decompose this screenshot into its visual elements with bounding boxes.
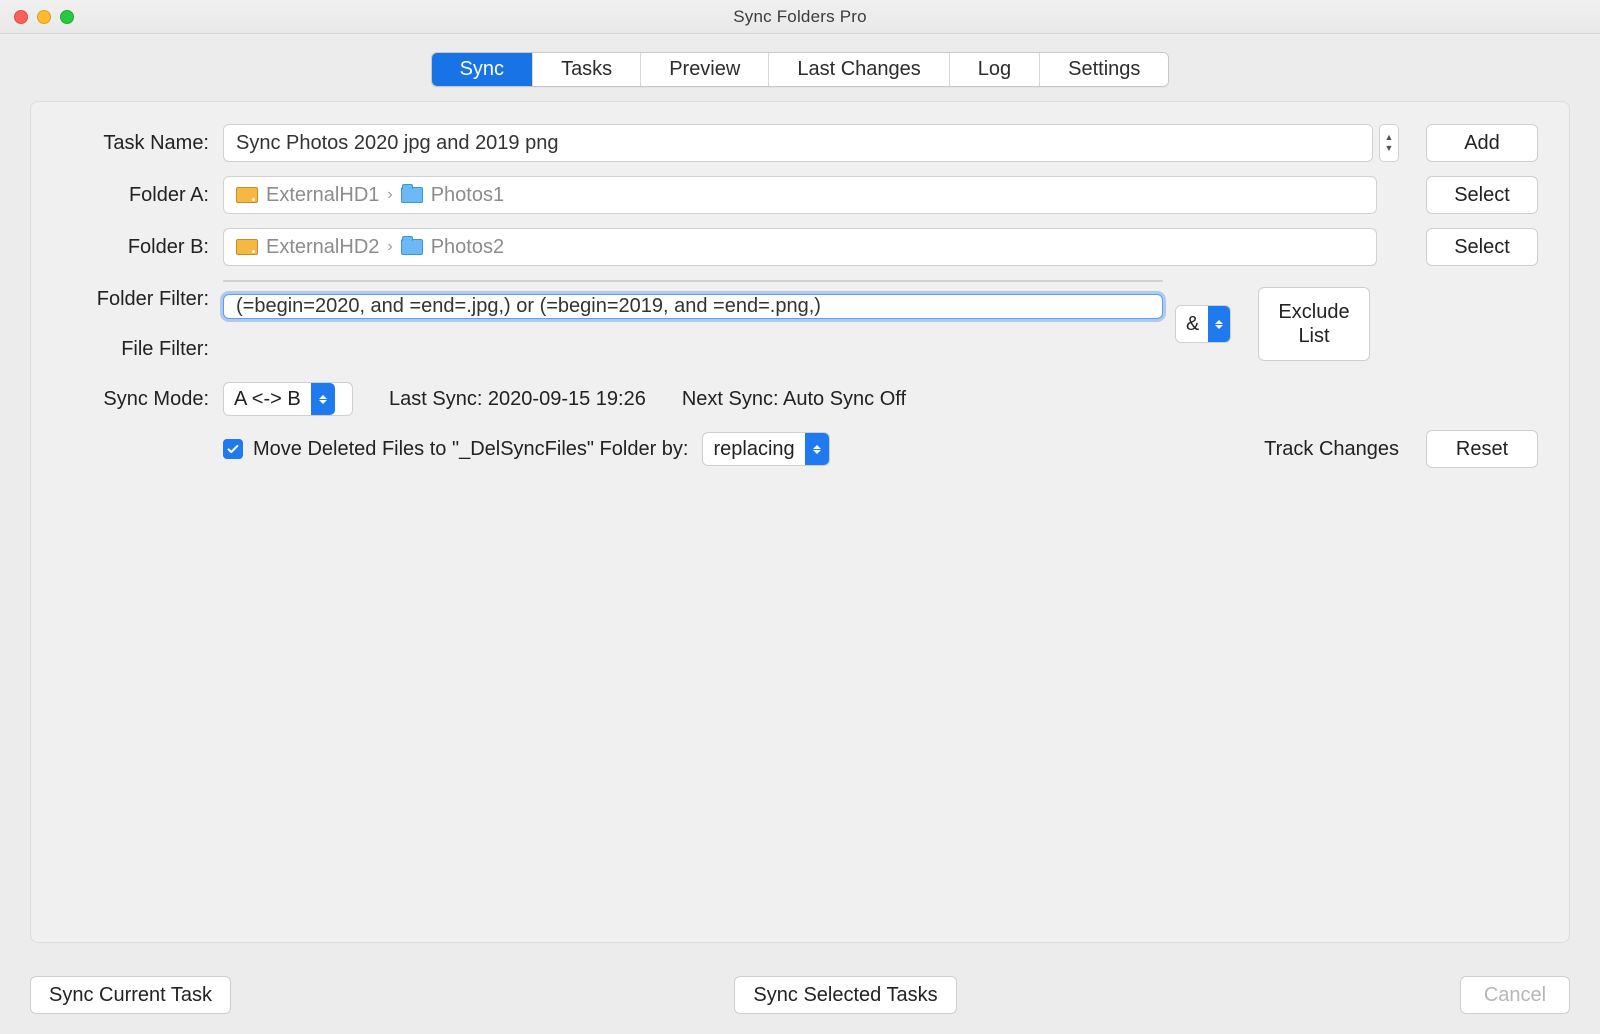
footer: Sync Current Task Sync Selected Tasks Ca… xyxy=(30,976,1570,1014)
folder-a-drive: ExternalHD1 xyxy=(266,184,379,207)
check-icon xyxy=(226,442,240,456)
task-name-value: Sync Photos 2020 jpg and 2019 png xyxy=(236,132,558,155)
last-sync-text: Last Sync: 2020-09-15 19:26 xyxy=(389,388,646,411)
exclude-list-button[interactable]: Exclude List xyxy=(1258,287,1370,361)
task-name-input[interactable]: Sync Photos 2020 jpg and 2019 png xyxy=(223,124,1373,162)
folder-b-path[interactable]: ExternalHD2 › Photos2 xyxy=(223,228,1377,266)
sync-mode-value: A <-> B xyxy=(234,388,301,411)
select-caret-icon xyxy=(805,433,829,465)
chevron-right-icon: › xyxy=(387,186,392,204)
titlebar: Sync Folders Pro xyxy=(0,0,1600,34)
replacing-select[interactable]: replacing xyxy=(702,432,829,466)
file-filter-input[interactable]: (=begin=2020, and =end=.jpg,) or (=begin… xyxy=(223,294,1163,319)
cancel-button[interactable]: Cancel xyxy=(1460,976,1570,1014)
sync-mode-select[interactable]: A <-> B xyxy=(223,382,353,416)
select-folder-a-button[interactable]: Select xyxy=(1426,176,1538,214)
add-button[interactable]: Add xyxy=(1426,124,1538,162)
select-caret-icon xyxy=(311,383,335,415)
folder-filter-input[interactable] xyxy=(223,280,1163,282)
move-deleted-checkbox[interactable] xyxy=(223,439,243,459)
sync-mode-label: Sync Mode: xyxy=(53,388,223,411)
folder-a-label: Folder A: xyxy=(53,184,223,207)
folder-icon xyxy=(401,187,423,203)
filter-operator-value: & xyxy=(1186,313,1199,336)
filter-operator-select[interactable]: & xyxy=(1175,305,1231,343)
next-sync-text: Next Sync: Auto Sync Off xyxy=(682,388,906,411)
file-filter-label: File Filter: xyxy=(53,330,223,368)
select-folder-b-button[interactable]: Select xyxy=(1426,228,1538,266)
reset-button[interactable]: Reset xyxy=(1426,430,1538,468)
file-filter-value: (=begin=2020, and =end=.jpg,) or (=begin… xyxy=(236,295,821,318)
tab-log[interactable]: Log xyxy=(950,53,1040,86)
tab-sync[interactable]: Sync xyxy=(432,53,533,86)
select-caret-icon xyxy=(1208,306,1230,342)
folder-b-label: Folder B: xyxy=(53,236,223,259)
folder-icon xyxy=(401,239,423,255)
folder-filter-label: Folder Filter: xyxy=(53,280,223,318)
tab-tasks[interactable]: Tasks xyxy=(533,53,641,86)
folder-a-folder: Photos1 xyxy=(431,184,504,207)
tab-settings[interactable]: Settings xyxy=(1040,53,1168,86)
task-stepper[interactable]: ▲ ▼ xyxy=(1379,124,1399,162)
chevron-right-icon: › xyxy=(387,238,392,256)
main-tabs: Sync Tasks Preview Last Changes Log Sett… xyxy=(431,52,1170,87)
window-title: Sync Folders Pro xyxy=(0,7,1600,27)
folder-b-folder: Photos2 xyxy=(431,236,504,259)
tabbar: Sync Tasks Preview Last Changes Log Sett… xyxy=(0,34,1600,87)
drive-icon xyxy=(236,187,258,203)
sync-current-task-button[interactable]: Sync Current Task xyxy=(30,976,231,1014)
replacing-value: replacing xyxy=(713,438,794,461)
sync-selected-tasks-button[interactable]: Sync Selected Tasks xyxy=(734,976,956,1014)
tab-preview[interactable]: Preview xyxy=(641,53,769,86)
folder-b-drive: ExternalHD2 xyxy=(266,236,379,259)
main-panel: Task Name: Sync Photos 2020 jpg and 2019… xyxy=(30,101,1570,943)
tab-last-changes[interactable]: Last Changes xyxy=(769,53,949,86)
task-name-label: Task Name: xyxy=(53,132,223,155)
folder-a-path[interactable]: ExternalHD1 › Photos1 xyxy=(223,176,1377,214)
stepper-down-icon: ▼ xyxy=(1380,144,1398,153)
track-changes-link[interactable]: Track Changes xyxy=(1264,438,1399,461)
stepper-up-icon: ▲ xyxy=(1380,133,1398,142)
move-deleted-label: Move Deleted Files to "_DelSyncFiles" Fo… xyxy=(253,438,688,461)
drive-icon xyxy=(236,239,258,255)
